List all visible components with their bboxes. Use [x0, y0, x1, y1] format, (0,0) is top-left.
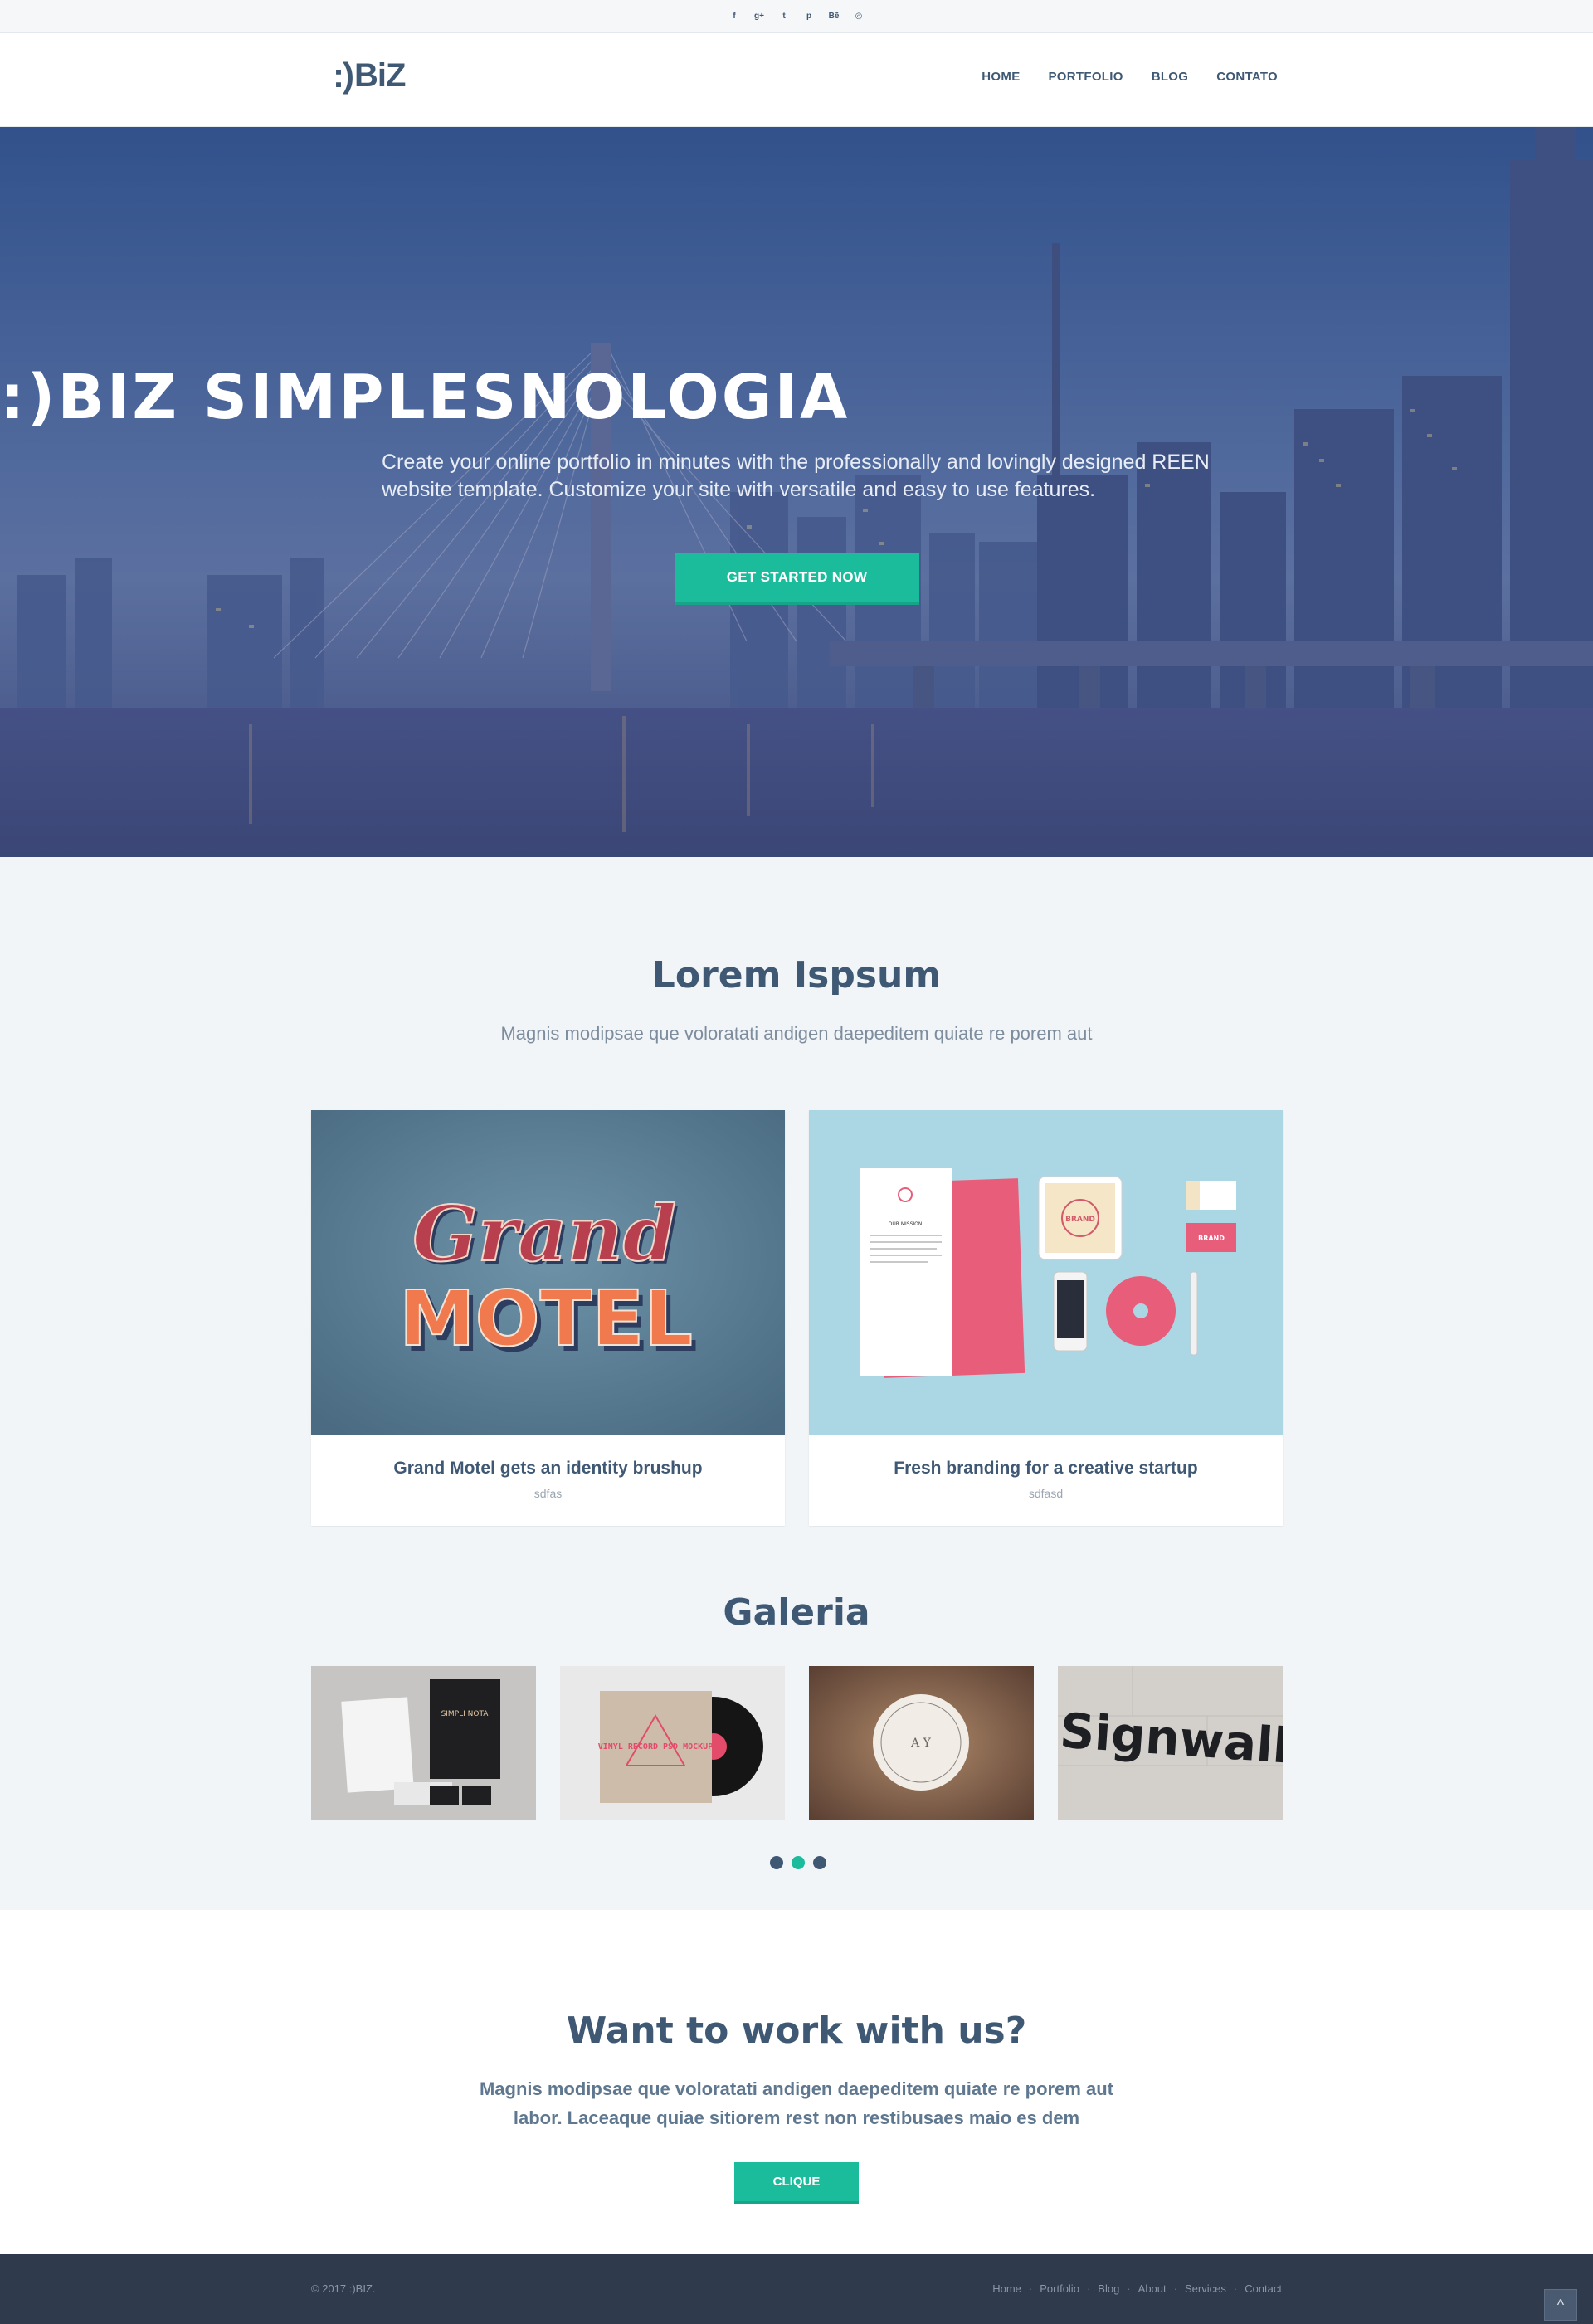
portfolio-card[interactable]: OUR MISSION BRAND BRAND Fresh branding f… [809, 1110, 1283, 1526]
section-title-galeria: Galeria [723, 1591, 870, 1634]
gallery-item[interactable]: VINYL RECORD PSD MOCKUP [560, 1666, 785, 1820]
google-plus-icon[interactable]: g+ [753, 10, 766, 23]
nav-blog[interactable]: BLOG [1138, 70, 1203, 84]
footer-separator: · [1127, 2283, 1131, 2295]
get-started-button[interactable]: GET STARTED NOW [675, 553, 919, 605]
cta-text: Magnis modipsae que voloratati andigen d… [479, 2078, 1114, 2128]
footer-separator: · [1233, 2283, 1238, 2295]
card-title[interactable]: Fresh branding for a creative startup [809, 1459, 1283, 1479]
nav-portfolio[interactable]: PORTFOLIO [1035, 70, 1138, 84]
hero-title: :)BIZ SIMPLESNOLOGIA [0, 362, 850, 433]
logo-smile: :) [333, 56, 354, 95]
pagination-dot-active[interactable] [792, 1856, 805, 1869]
gallery-item[interactable]: Signwall [1058, 1666, 1283, 1820]
site-logo[interactable]: :) BiZ [333, 56, 406, 95]
footer-link-services[interactable]: Services [1185, 2283, 1226, 2295]
hero-section: :)BIZ SIMPLESNOLOGIA Create your online … [0, 127, 1593, 857]
branding-mockup-image: OUR MISSION BRAND BRAND [809, 1110, 1283, 1435]
section-subtitle-lorem: Magnis modipsae que voloratati andigen d… [500, 1023, 1093, 1044]
twitter-icon[interactable]: t [777, 10, 791, 23]
pagination-dot[interactable] [770, 1856, 783, 1869]
svg-text:BRAND: BRAND [1065, 1216, 1095, 1224]
copyright: © 2017 :)BIZ. [311, 2283, 376, 2295]
footer-separator: · [1173, 2283, 1177, 2295]
gallery-item[interactable]: SIMPLI NOTA [311, 1666, 536, 1820]
nav-contato[interactable]: CONTATO [1202, 70, 1292, 84]
svg-text:VINYL RECORD PSD MOCKUP: VINYL RECORD PSD MOCKUP [598, 1742, 713, 1752]
footer-link-portfolio[interactable]: Portfolio [1040, 2283, 1079, 2295]
footer-separator: · [1086, 2283, 1091, 2295]
back-to-top-icon[interactable]: ^ [1544, 2289, 1577, 2321]
pinterest-icon[interactable]: p [802, 10, 816, 23]
card-subtitle: sdfasd [1028, 1487, 1064, 1500]
hero-subtitle: Create your online portfolio in minutes … [382, 451, 1210, 501]
portfolio-card[interactable]: Grand Grand MOTEL MOTEL Grand Motel gets… [311, 1110, 785, 1526]
cta-title: Want to work with us? [566, 2010, 1027, 2052]
facebook-icon[interactable]: f [728, 10, 741, 23]
behance-icon[interactable]: Bē [827, 10, 840, 23]
logo-text: BiZ [353, 57, 406, 94]
footer-link-blog[interactable]: Blog [1098, 2283, 1119, 2295]
svg-text:A Y: A Y [910, 1737, 932, 1750]
footer-link-contact[interactable]: Contact [1245, 2283, 1282, 2295]
footer-link-home[interactable]: Home [992, 2283, 1021, 2295]
footer-link-about[interactable]: About [1138, 2283, 1167, 2295]
card-subtitle: sdfas [533, 1487, 563, 1500]
gallery-item[interactable]: A Y [809, 1666, 1034, 1820]
dribbble-icon[interactable]: ◎ [852, 10, 865, 23]
social-bar: f g+ t p Bē ◎ [0, 0, 1593, 33]
footer-nav: Home · Portfolio · Blog · About · Servic… [992, 2283, 1282, 2295]
svg-text:BRAND: BRAND [1198, 1235, 1225, 1242]
main-nav: HOME PORTFOLIO BLOG CONTATO [967, 70, 1292, 84]
svg-text:Grand: Grand [412, 1189, 676, 1279]
gallery-pagination [770, 1856, 826, 1869]
svg-text:OUR MISSION: OUR MISSION [889, 1221, 923, 1227]
footer-separator: · [1028, 2283, 1033, 2295]
svg-text:MOTEL: MOTEL [399, 1274, 693, 1363]
grand-motel-image: Grand Grand MOTEL MOTEL [311, 1110, 785, 1435]
clique-button[interactable]: CLIQUE [734, 2162, 859, 2204]
footer: © 2017 :)BIZ. Home · Portfolio · Blog · … [0, 2254, 1593, 2324]
card-title[interactable]: Grand Motel gets an identity brushup [311, 1459, 785, 1479]
nav-home[interactable]: HOME [967, 70, 1034, 84]
navbar: :) BiZ HOME PORTFOLIO BLOG CONTATO [0, 33, 1593, 127]
pagination-dot[interactable] [813, 1856, 826, 1869]
svg-text:SIMPLI NOTA: SIMPLI NOTA [441, 1710, 490, 1718]
section-title-lorem: Lorem Ispsum [651, 954, 942, 996]
